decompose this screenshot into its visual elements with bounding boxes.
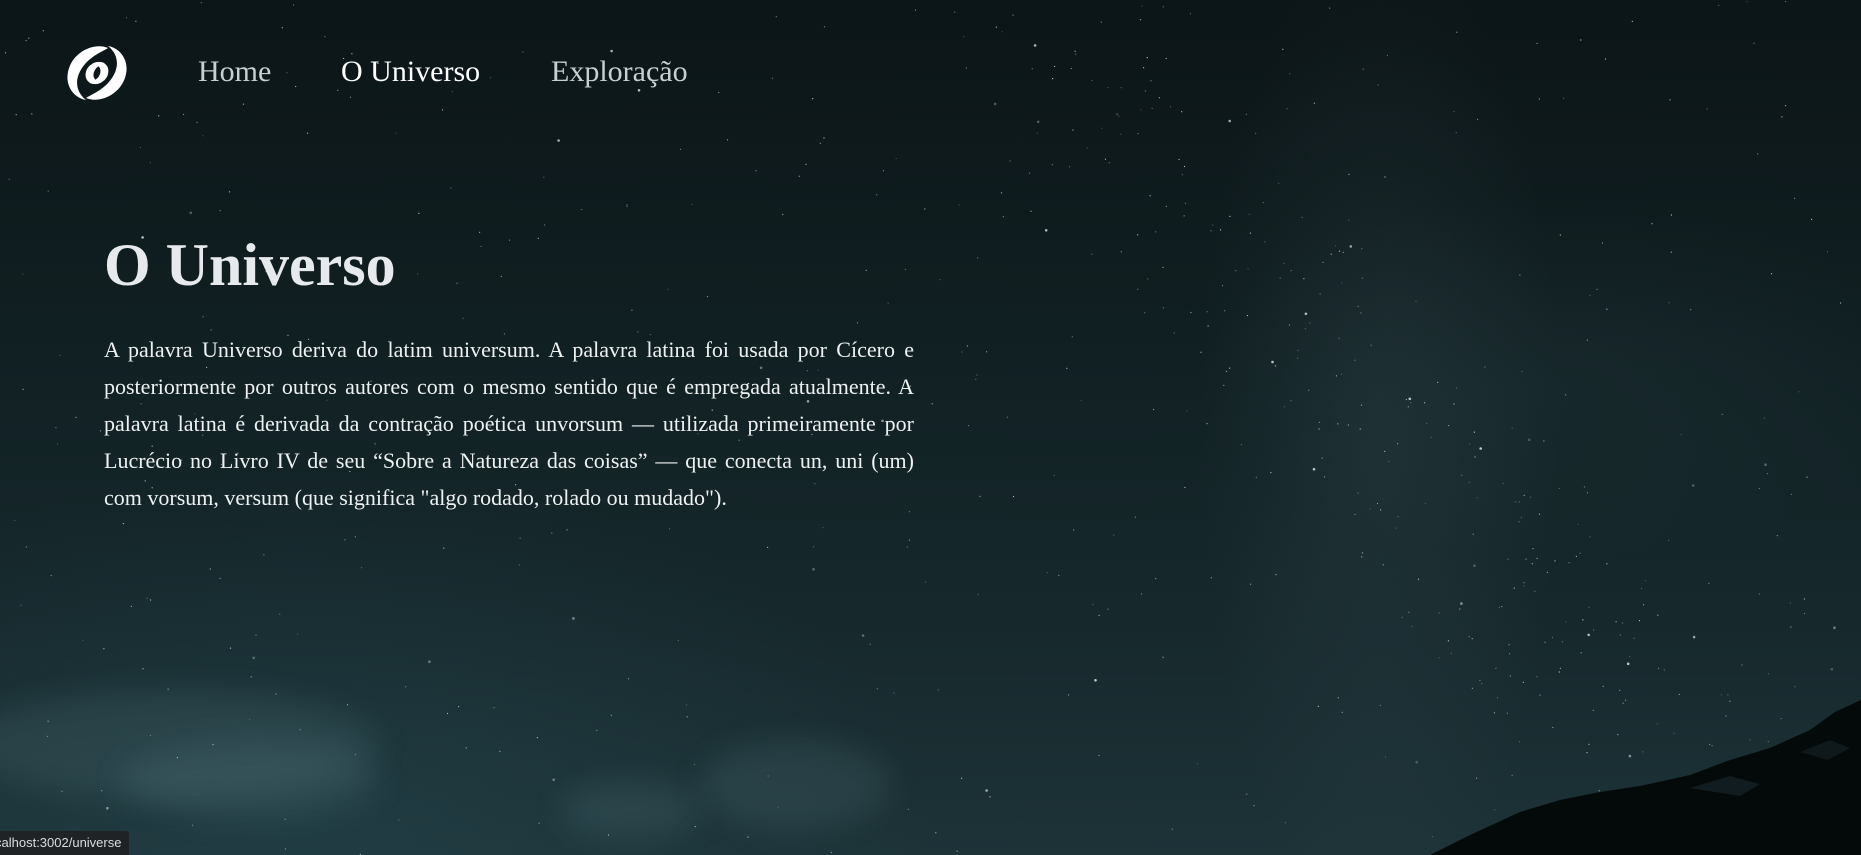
nav-link-exploracao[interactable]: Exploração <box>551 52 688 92</box>
nav-link-o-universo[interactable]: O Universo <box>341 52 480 92</box>
spiral-galaxy-icon[interactable] <box>64 44 130 102</box>
main-content: O Universo A palavra Universo deriva do … <box>104 225 914 516</box>
nav-link-home[interactable]: Home <box>198 52 271 92</box>
universe-description-paragraph: A palavra Universo deriva do latim unive… <box>104 337 914 510</box>
browser-status-bar-url: calhost:3002/universe <box>0 831 130 855</box>
page-title: O Universo <box>104 232 396 298</box>
top-navigation: Home O Universo Exploração <box>0 0 1861 140</box>
